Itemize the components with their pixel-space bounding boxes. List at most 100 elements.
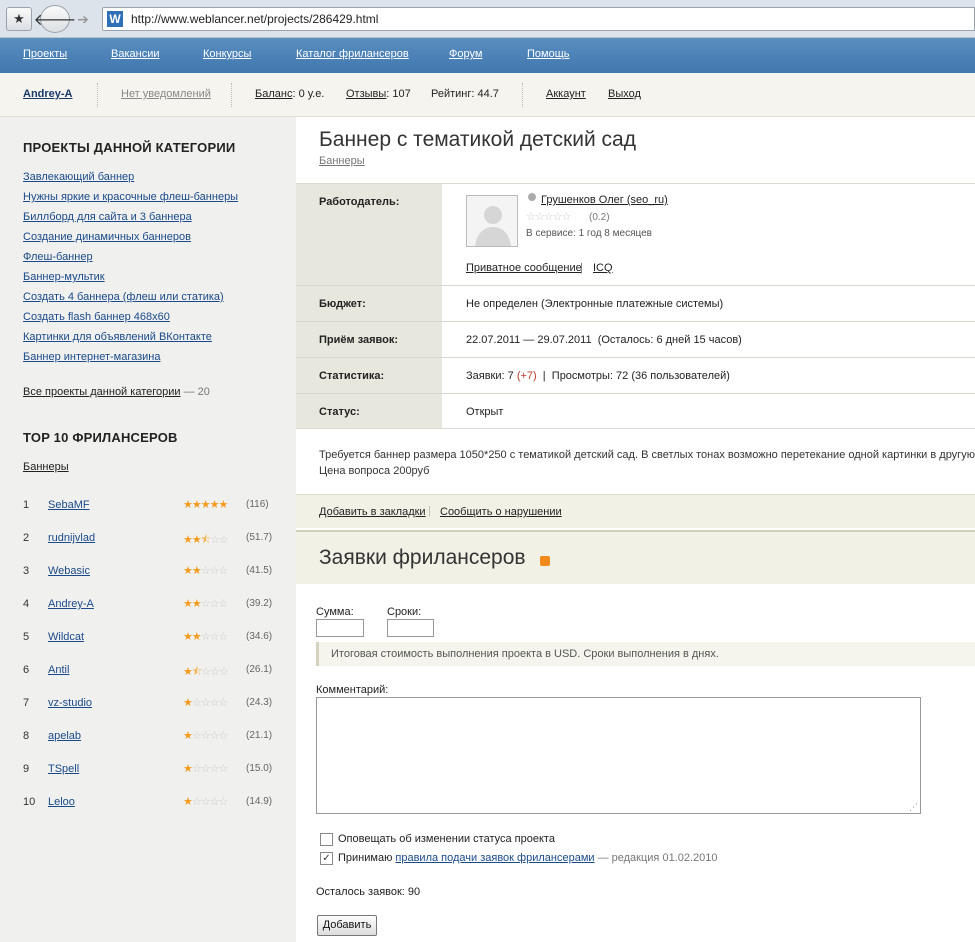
freelancer-row: 7 vz-studio ★☆☆☆☆ (24.3) xyxy=(23,697,283,711)
budget-row: Бюджет: Не определен (Электронные платеж… xyxy=(296,285,975,321)
top-freelancers-heading: TOP 10 ФРИЛАНСЕРОВ xyxy=(23,430,178,445)
resize-handle-icon[interactable]: ⋰ xyxy=(909,802,918,813)
logout-link[interactable]: Выход xyxy=(608,88,641,100)
freelancer-rating-stars: ★⯪☆☆☆ xyxy=(183,663,229,682)
notifications-link[interactable]: Нет уведомлений xyxy=(121,88,211,100)
back-arrow-icon[interactable]: 🡐 xyxy=(34,5,76,33)
category-project-link[interactable]: Баннер-мультик xyxy=(23,271,105,283)
username-link[interactable]: Andrey-A xyxy=(23,88,73,100)
category-project-link[interactable]: Создать 4 баннера (флеш или статика) xyxy=(23,291,224,303)
nav-help[interactable]: Помощь xyxy=(527,48,570,60)
address-bar[interactable]: W http://www.weblancer.net/projects/2864… xyxy=(102,7,975,31)
star-icon: ★ xyxy=(191,534,202,546)
submit-bid-button[interactable]: Добавить xyxy=(317,915,377,936)
star-icon: ★ xyxy=(191,598,202,610)
nav-vacancies[interactable]: Вакансии xyxy=(111,48,160,60)
freelancer-name-link[interactable]: apelab xyxy=(48,730,81,742)
reviews: Отзывы: 107 xyxy=(346,88,411,100)
nav-projects[interactable]: Проекты xyxy=(23,48,67,60)
freelancer-row: 2 rudnijvlad ★★⯪☆☆ (51.7) xyxy=(23,532,283,546)
freelancer-name-link[interactable]: SebaMF xyxy=(48,499,90,511)
private-message-link[interactable]: Приватное сообщение xyxy=(466,262,582,274)
reviews-link[interactable]: Отзывы xyxy=(346,88,386,100)
status-label: Статус: xyxy=(296,394,442,428)
bids-header: Заявки фрилансеров xyxy=(296,530,975,584)
divider xyxy=(522,83,523,107)
category-project-link[interactable]: Создание динамичных баннеров xyxy=(23,231,191,243)
category-project-link[interactable]: Картинки для объявлений ВКонтакте xyxy=(23,331,212,343)
bookmark-star-icon[interactable]: ★ xyxy=(6,7,32,31)
top-category-link[interactable]: Баннеры xyxy=(23,461,69,473)
star-icon: ☆ xyxy=(191,697,202,709)
project-description: Требуется баннер размера 1050*250 с тема… xyxy=(319,449,975,477)
star-icon: ★ xyxy=(183,631,193,643)
account-link[interactable]: Аккаунт xyxy=(546,88,586,100)
star-icon: ☆ xyxy=(200,796,211,808)
accept-rules: Принимаю правила подачи заявок фрилансер… xyxy=(338,852,718,864)
freelancer-name-link[interactable]: Antil xyxy=(48,664,69,676)
star-icon: ☆ xyxy=(209,697,220,709)
star-icon: ★ xyxy=(183,534,193,546)
freelancer-name-link[interactable]: Leloo xyxy=(48,796,75,808)
category-project-link[interactable]: Баннер интернет-магазина xyxy=(23,351,161,363)
freelancer-name-link[interactable]: Wildcat xyxy=(48,631,84,643)
notify-checkbox[interactable] xyxy=(320,833,333,846)
all-projects: Все проекты данной категории — 20 xyxy=(23,386,210,398)
stats-row: Статистика: Заявки: 7 (+7) | Просмотры: … xyxy=(296,357,975,393)
comment-textarea[interactable]: ⋰ xyxy=(316,697,921,814)
freelancer-score: (14.9) xyxy=(246,796,273,807)
icq-link[interactable]: ICQ xyxy=(593,262,613,274)
star-icon: ☆ xyxy=(210,666,220,678)
category-projects-heading: ПРОЕКТЫ ДАННОЙ КАТЕГОРИИ xyxy=(23,140,236,155)
nav-forum[interactable]: Форум xyxy=(449,48,482,60)
employer-name-link[interactable]: Грушенков Олег (seo_ru) xyxy=(541,194,668,206)
freelancer-score: (24.3) xyxy=(246,697,273,708)
url-text: http://www.weblancer.net/projects/286429… xyxy=(131,12,379,26)
freelancer-rank: 6 xyxy=(23,664,30,676)
freelancer-score: (21.1) xyxy=(246,730,273,741)
category-project-link[interactable]: Флеш-баннер xyxy=(23,251,93,263)
accept-rules-checkbox[interactable]: ✓ xyxy=(320,852,333,865)
term-input[interactable] xyxy=(387,619,434,637)
project-category-link[interactable]: Баннеры xyxy=(319,155,365,167)
star-icon: ☆ xyxy=(218,631,229,643)
star-icon: ★ xyxy=(183,730,193,742)
freelancer-row: 3 Webasic ★★☆☆☆ (41.5) xyxy=(23,565,283,579)
freelancer-name-link[interactable]: rudnijvlad xyxy=(48,532,95,544)
divider xyxy=(231,83,232,107)
star-icon: ☆ xyxy=(209,796,220,808)
freelancer-name-link[interactable]: Andrey-A xyxy=(48,598,94,610)
category-project-link[interactable]: Завлекающий баннер xyxy=(23,171,134,183)
category-project-link[interactable]: Создать flash баннер 468x60 xyxy=(23,311,170,323)
balance-link[interactable]: Баланс xyxy=(255,88,292,100)
category-project-link[interactable]: Нужны яркие и красочные флеш-баннеры xyxy=(23,191,238,203)
dates-value: 22.07.2011 — 29.07.2011 (Осталось: 6 дне… xyxy=(466,334,742,346)
rss-icon[interactable] xyxy=(540,556,550,566)
star-icon: ☆ xyxy=(210,534,220,546)
freelancer-name-link[interactable]: vz-studio xyxy=(48,697,92,709)
freelancer-row: 1 SebaMF ★★★★★ (116) xyxy=(23,499,283,513)
forward-arrow-icon[interactable]: ➔ xyxy=(72,7,94,31)
freelancer-rating-stars: ★★☆☆☆ xyxy=(183,630,229,643)
freelancer-name-link[interactable]: TSpell xyxy=(48,763,79,775)
all-projects-link[interactable]: Все проекты данной категории xyxy=(23,386,181,398)
freelancer-name-link[interactable]: Webasic xyxy=(48,565,90,577)
employer-avatar[interactable] xyxy=(466,195,518,247)
nav-freelancer-catalog[interactable]: Каталог фрилансеров xyxy=(296,48,409,60)
freelancer-rank: 4 xyxy=(23,598,30,610)
nav-contests[interactable]: Конкурсы xyxy=(203,48,251,60)
freelancer-rank: 3 xyxy=(23,565,30,577)
bid-hint: Итоговая стоимость выполнения проекта в … xyxy=(316,642,975,666)
browser-toolbar: ★ 🡐 ➔ W http://www.weblancer.net/project… xyxy=(0,0,975,38)
star-icon: ★ xyxy=(183,763,193,775)
star-icon: ☆ xyxy=(209,565,220,577)
category-project-link[interactable]: Биллборд для сайта и 3 баннера xyxy=(23,211,192,223)
employer-rating-value: (0.2) xyxy=(589,212,610,223)
sum-input[interactable] xyxy=(316,619,364,637)
report-violation-link[interactable]: Сообщить о нарушении xyxy=(440,506,562,518)
add-bookmark-link[interactable]: Добавить в закладки xyxy=(319,506,426,518)
star-icon: ☆ xyxy=(218,730,229,742)
star-icon: ☆ xyxy=(209,730,220,742)
rules-link[interactable]: правила подачи заявок фрилансерами xyxy=(395,852,594,864)
site-favicon-icon: W xyxy=(107,11,123,27)
